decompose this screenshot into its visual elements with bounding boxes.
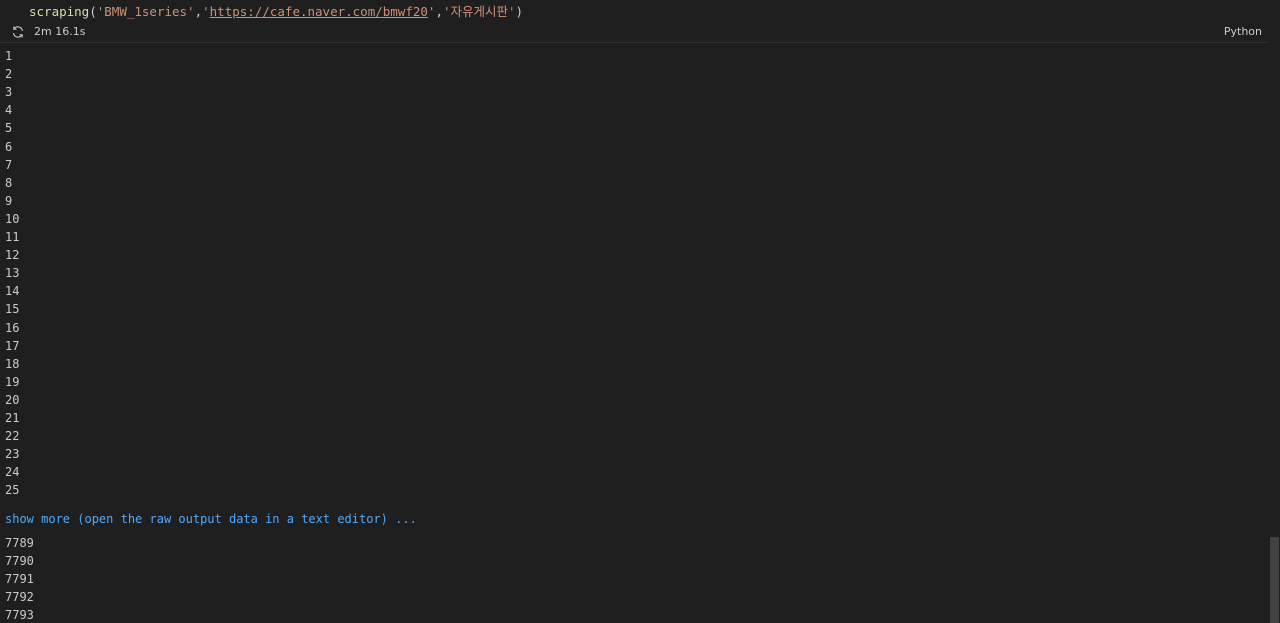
- output-line: 3: [5, 85, 13, 100]
- output-line: 7: [5, 157, 13, 172]
- output-line: 22: [5, 429, 20, 444]
- cell-status-bar: 2m 16.1s Python: [0, 22, 1268, 43]
- code-line[interactable]: scraping('BMW_1series','https://cafe.nav…: [29, 3, 523, 21]
- output-line: 21: [5, 411, 20, 425]
- output-line: 7790: [5, 554, 34, 569]
- output-line: 18: [5, 356, 20, 371]
- output-line: 20: [5, 392, 20, 407]
- output-line: 7792: [5, 590, 34, 605]
- output-line: 2: [5, 67, 13, 82]
- output-line: 19: [5, 374, 20, 389]
- output-line: 10: [5, 211, 20, 226]
- output-line: 7793: [5, 608, 34, 623]
- scrollbar-track[interactable]: [1268, 0, 1280, 623]
- output-line: 6: [5, 139, 13, 154]
- output-line: 11: [5, 230, 20, 244]
- comma: ,: [194, 4, 203, 19]
- output-line: 25: [5, 483, 20, 498]
- refresh-icon[interactable]: [11, 25, 25, 39]
- paren-open: (: [89, 4, 97, 19]
- paren-close: ): [515, 4, 524, 19]
- output-line: 17: [5, 338, 20, 353]
- string-arg-1: 'BMW_1series': [96, 4, 195, 19]
- output-line: 16: [5, 320, 20, 335]
- execution-duration: 2m 16.1s: [34, 25, 86, 38]
- output-line: 24: [5, 465, 20, 480]
- output-line: 13: [5, 266, 20, 281]
- output-line: 5: [5, 121, 13, 136]
- show-more-link[interactable]: show more (open the raw output data in a…: [5, 510, 417, 528]
- string-quote: ': [202, 4, 210, 19]
- output-line: 7789: [5, 536, 34, 550]
- output-line: 7791: [5, 572, 34, 587]
- language-indicator[interactable]: Python: [1224, 25, 1262, 39]
- output-line: 9: [5, 193, 13, 208]
- output-line: 4: [5, 103, 13, 118]
- string-arg-3: '자유게시판': [442, 4, 516, 19]
- output-line: 8: [5, 175, 13, 190]
- url-link[interactable]: https://cafe.naver.com/bmwf20: [210, 4, 428, 19]
- function-name: scraping: [29, 4, 90, 19]
- output-line: 23: [5, 447, 20, 462]
- output-line: 15: [5, 302, 20, 317]
- output-line: 14: [5, 284, 20, 299]
- scrollbar-thumb[interactable]: [1270, 537, 1279, 623]
- output-line: 12: [5, 248, 20, 263]
- output-line: 1: [5, 49, 13, 63]
- comma: ,: [435, 4, 443, 19]
